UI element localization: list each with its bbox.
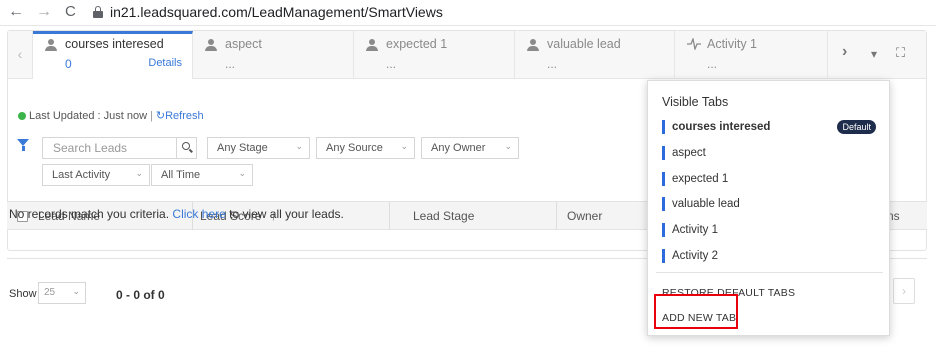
tab-count: ... <box>386 57 397 71</box>
chevron-down-icon: ⌄ <box>400 141 408 151</box>
user-icon <box>45 39 57 51</box>
highlight-box <box>654 294 738 329</box>
page-size-dropdown[interactable]: 25 ⌄ <box>38 282 86 304</box>
stage-dropdown[interactable]: Any Stage ⌄ <box>207 137 310 159</box>
drag-handle[interactable] <box>662 172 665 186</box>
tab-title: expected 1 <box>386 37 448 51</box>
browser-toolbar: ← → C in21.leadsquared.com/LeadManagemen… <box>0 0 936 26</box>
menu-item-label: courses interesed <box>672 121 771 133</box>
tab-valuable-lead[interactable]: valuable lead ... <box>515 31 675 78</box>
chevron-down-icon: ⌄ <box>72 286 80 296</box>
lock-icon <box>93 6 103 18</box>
tab-count: ... <box>225 57 236 71</box>
tab-scroll-left-button[interactable]: ‹ <box>8 31 33 78</box>
refresh-icon: ↻ <box>155 110 166 122</box>
tab-count: ... <box>707 57 718 71</box>
search-input[interactable] <box>43 138 176 158</box>
forward-arrow-icon[interactable]: → <box>36 3 52 21</box>
activity-dropdown-value: Last Activity <box>52 169 111 181</box>
menu-item-label: Activity 1 <box>672 224 719 236</box>
empty-message-suffix: to view all your leads. <box>229 207 344 221</box>
activity-dropdown[interactable]: Last Activity ⌄ <box>42 164 150 186</box>
tab-title: courses interesed <box>65 37 164 51</box>
user-icon <box>205 39 217 51</box>
refresh-label: Refresh <box>165 110 204 122</box>
menu-item-activity-1[interactable]: Activity 1 <box>662 222 882 240</box>
menu-item-valuable-lead[interactable]: valuable lead <box>662 196 882 214</box>
tab-title: valuable lead <box>547 37 621 51</box>
last-updated-text: Last Updated : Just now <box>29 110 148 122</box>
smart-view-tab-bar: ‹ courses interesed 0 Details aspect ...… <box>8 31 926 79</box>
chevron-down-icon: ⌄ <box>135 168 143 178</box>
expand-icon[interactable]: ⛶ <box>896 45 905 61</box>
menu-item-activity-2[interactable]: Activity 2 <box>662 248 882 266</box>
menu-item-label: Activity 2 <box>672 250 719 262</box>
menu-item-courses-interesed[interactable]: courses interesed Default <box>662 119 882 137</box>
tab-tools: › ▾ ⛶ <box>828 31 926 78</box>
page-size-value: 25 <box>44 287 56 298</box>
tab-expected-1[interactable]: expected 1 ... <box>354 31 515 78</box>
next-page-button[interactable]: › <box>893 278 915 304</box>
pagination-range: 0 - 0 of 0 <box>116 288 165 302</box>
filter-icon[interactable] <box>17 139 29 153</box>
last-updated-status: Last Updated : Just now | ↻Refresh <box>18 109 204 122</box>
menu-item-aspect[interactable]: aspect <box>662 145 882 163</box>
user-icon <box>527 39 539 51</box>
column-lead-stage[interactable]: Lead Stage <box>413 209 474 223</box>
tab-title: Activity 1 <box>707 37 758 51</box>
tab-title: aspect <box>225 37 262 51</box>
empty-grid-message: No records match you criteria. Click her… <box>9 207 344 221</box>
menu-item-label: valuable lead <box>672 198 740 210</box>
source-dropdown[interactable]: Any Source ⌄ <box>316 137 415 159</box>
chevron-down-icon: ⌄ <box>504 141 512 151</box>
default-badge: Default <box>837 120 876 134</box>
tab-aspect[interactable]: aspect ... <box>193 31 354 78</box>
search-leads-field <box>42 137 197 159</box>
menu-item-label: expected 1 <box>672 173 729 185</box>
chevron-down-icon[interactable]: ▾ <box>871 47 877 61</box>
stage-dropdown-value: Any Stage <box>217 142 268 154</box>
empty-message-text: No records match you criteria. <box>9 207 170 221</box>
menu-item-label: aspect <box>672 147 706 159</box>
user-icon <box>366 39 378 51</box>
reload-icon[interactable]: C <box>65 3 76 21</box>
refresh-link[interactable]: ↻Refresh <box>156 110 204 122</box>
view-all-leads-link[interactable]: Click here <box>172 207 225 221</box>
tab-count: ... <box>547 57 558 71</box>
menu-item-expected-1[interactable]: expected 1 <box>662 171 882 189</box>
activity-pulse-icon <box>687 38 701 50</box>
drag-handle[interactable] <box>662 146 665 160</box>
drag-handle[interactable] <box>662 120 665 134</box>
chevron-down-icon: ⌄ <box>295 141 303 151</box>
visible-tabs-menu: Visible Tabs courses interesed Default a… <box>647 80 890 336</box>
menu-title: Visible Tabs <box>662 95 729 109</box>
tab-activity-1[interactable]: Activity 1 ... <box>675 31 828 78</box>
tab-count: 0 <box>65 57 72 71</box>
tab-scroll-right-icon[interactable]: › <box>842 43 847 61</box>
drag-handle[interactable] <box>662 197 665 211</box>
drag-handle[interactable] <box>662 249 665 263</box>
time-range-dropdown[interactable]: All Time ⌄ <box>151 164 253 186</box>
tab-details-link[interactable]: Details <box>148 57 182 69</box>
owner-dropdown[interactable]: Any Owner ⌄ <box>421 137 519 159</box>
drag-handle[interactable] <box>662 223 665 237</box>
tab-courses-interesed[interactable]: courses interesed 0 Details <box>33 31 193 79</box>
back-arrow-icon[interactable]: ← <box>8 3 24 21</box>
owner-dropdown-value: Any Owner <box>431 142 486 154</box>
menu-divider <box>656 272 883 273</box>
source-dropdown-value: Any Source <box>326 142 383 154</box>
status-dot-icon <box>18 112 26 120</box>
show-label: Show <box>9 288 37 300</box>
address-bar-url[interactable]: in21.leadsquared.com/LeadManagement/Smar… <box>110 4 443 20</box>
time-range-dropdown-value: All Time <box>161 169 201 181</box>
search-button[interactable] <box>176 138 196 158</box>
chevron-down-icon: ⌄ <box>238 168 246 178</box>
column-owner[interactable]: Owner <box>567 209 602 223</box>
